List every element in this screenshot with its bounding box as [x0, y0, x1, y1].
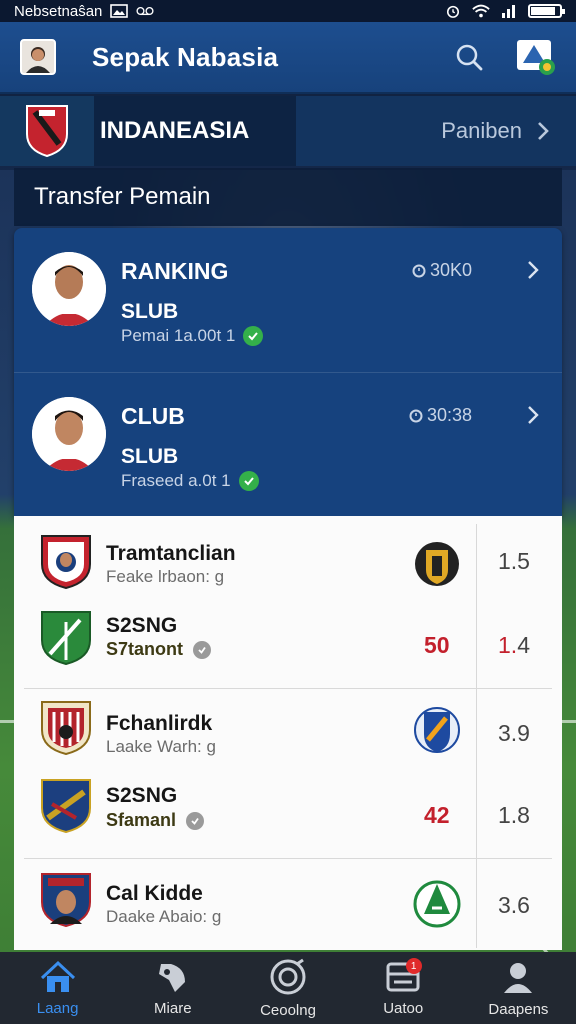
league-bar: INDANEASIA Paniben	[0, 96, 576, 166]
check-icon	[238, 471, 259, 491]
check-icon	[243, 326, 264, 346]
ranking-subtitle: Pemai 1a.00t 1	[121, 326, 264, 346]
player-photo	[32, 252, 106, 326]
club-logo	[415, 542, 459, 586]
nav-item-stats[interactable]: Miare	[115, 952, 230, 1024]
nav-label: Laang	[36, 999, 79, 1017]
transfer-rate-suffix: 4	[517, 632, 530, 658]
battery-icon	[528, 4, 565, 18]
section-title: Transfer Pemain	[14, 168, 562, 226]
ball-icon	[270, 958, 306, 994]
transfer-subtitle: Feake lrbaon: g	[106, 567, 225, 586]
transfer-row[interactable]: Tramtanclian Feake lrbaon: g 1.5	[14, 516, 562, 602]
transfer-rate: 3.9	[498, 720, 530, 746]
nav-label: Daapens	[488, 1000, 549, 1018]
transfer-subtitle: S7tanont	[106, 639, 212, 660]
transfer-name: Fchanlirdk	[106, 712, 213, 735]
league-link-label: Paniben	[441, 118, 522, 143]
transfer-rate-prefix: 1.	[498, 632, 518, 658]
notification-icon[interactable]	[514, 37, 556, 77]
ranking-card: RANKING SLUB Pemai 1a.00t 1 30K0 CLUB SL…	[14, 228, 562, 516]
transfer-subtitle: Daake Abaio: g	[106, 907, 222, 926]
transfer-sub-text: Sfamanl	[106, 810, 177, 830]
nav-item-ball[interactable]: Ceoolng	[230, 952, 345, 1024]
home-icon	[40, 960, 75, 992]
transfer-name: Cal Kidde	[106, 882, 203, 905]
nav-label: Miare	[154, 999, 192, 1017]
notification-badge: 1	[405, 958, 422, 974]
chevron-right-icon[interactable]	[526, 405, 540, 425]
signal-icon	[502, 5, 515, 18]
ranking-title: RANKING	[121, 258, 229, 284]
ranking-time-text: 30:38	[426, 405, 472, 425]
transfer-subtitle: Sfamanl	[106, 810, 205, 831]
ranking-club: SLUB	[121, 445, 179, 468]
transfer-row[interactable]: S2SNG Sfamanl 42 1.8	[14, 774, 562, 858]
transfer-rate: 3.6	[498, 892, 530, 918]
player-photo	[32, 397, 106, 471]
wifi-icon	[472, 4, 490, 18]
transfer-name: S2SNG	[106, 784, 178, 807]
transfer-value: 50	[424, 632, 450, 658]
club-logo	[414, 707, 460, 753]
nav-label: Uatoo	[383, 999, 424, 1017]
voicemail-icon	[136, 6, 154, 16]
ranking-time: 30K0	[412, 260, 472, 281]
ranking-sub-text: Fraseed a.0t 1	[121, 471, 231, 490]
transfer-list: Tramtanclian Feake lrbaon: g 1.5 S2SNG S…	[14, 516, 562, 950]
bottom-nav: Laang Miare Ceoolng 1 Uatoo Daapens	[0, 952, 576, 1024]
ranking-row[interactable]: CLUB SLUB Fraseed a.0t 1 30:38	[14, 372, 562, 516]
avatar[interactable]	[20, 39, 56, 75]
check-icon	[193, 640, 212, 659]
ranking-club: SLUB	[121, 300, 179, 323]
app-header: Sepak Nabasia	[0, 22, 576, 94]
stats-icon	[158, 963, 185, 992]
league-link-button[interactable]: Paniben	[441, 118, 550, 144]
nav-item-home[interactable]: Laang	[0, 952, 115, 1024]
check-icon	[186, 811, 205, 830]
league-crest	[0, 96, 94, 166]
transfer-row[interactable]: Cal Kidde Daake Abaio: g 3.6	[14, 858, 562, 950]
club-logo	[413, 880, 461, 928]
transfer-rate: 1.5	[498, 548, 530, 574]
app-title: Sepak Nabasia	[92, 41, 279, 72]
profile-icon	[504, 962, 533, 993]
ranking-time-text: 30K0	[429, 260, 472, 280]
ranking-row[interactable]: RANKING SLUB Pemai 1a.00t 1 30K0	[14, 228, 562, 372]
transfer-rate: 1.4	[498, 632, 530, 659]
club-crest	[41, 701, 91, 756]
ranking-sub-text: Pemai 1a.00t 1	[121, 326, 236, 345]
nav-item-inbox[interactable]: 1 Uatoo	[346, 952, 461, 1024]
ranking-subtitle: Fraseed a.0t 1	[121, 471, 259, 491]
transfer-value: 42	[424, 802, 450, 828]
chevron-right-icon	[538, 122, 549, 140]
gallery-icon	[110, 4, 129, 18]
nav-item-profile[interactable]: Daapens	[461, 952, 576, 1024]
transfer-row[interactable]: Fchanlirdk Laake Warh: g 3.9	[14, 688, 562, 774]
carrier-label: Nebsetnaŝan	[14, 2, 103, 20]
transfer-sub-text: S7tanont	[106, 639, 184, 659]
transfer-subtitle: Laake Warh: g	[106, 737, 216, 756]
ranking-time: 30:38	[409, 405, 472, 426]
league-name: INDANEASIA	[94, 96, 296, 166]
alarm-icon	[446, 5, 460, 18]
transfer-name: Tramtanclian	[106, 542, 236, 565]
transfer-name: S2SNG	[106, 614, 178, 637]
clock-icon	[412, 264, 426, 277]
transfer-row[interactable]: S2SNG S7tanont 50 1.4	[14, 602, 562, 686]
club-crest	[41, 873, 91, 928]
club-crest	[41, 535, 91, 590]
chevron-right-icon[interactable]	[526, 260, 540, 280]
nav-label: Ceoolng	[260, 1001, 316, 1019]
search-icon[interactable]	[454, 42, 484, 72]
status-bar: Nebsetnaŝan	[0, 0, 576, 22]
ranking-title: CLUB	[121, 403, 185, 429]
transfer-rate: 1.8	[498, 802, 530, 828]
club-crest	[41, 611, 91, 666]
club-crest	[41, 779, 91, 834]
clock-icon	[409, 409, 423, 422]
